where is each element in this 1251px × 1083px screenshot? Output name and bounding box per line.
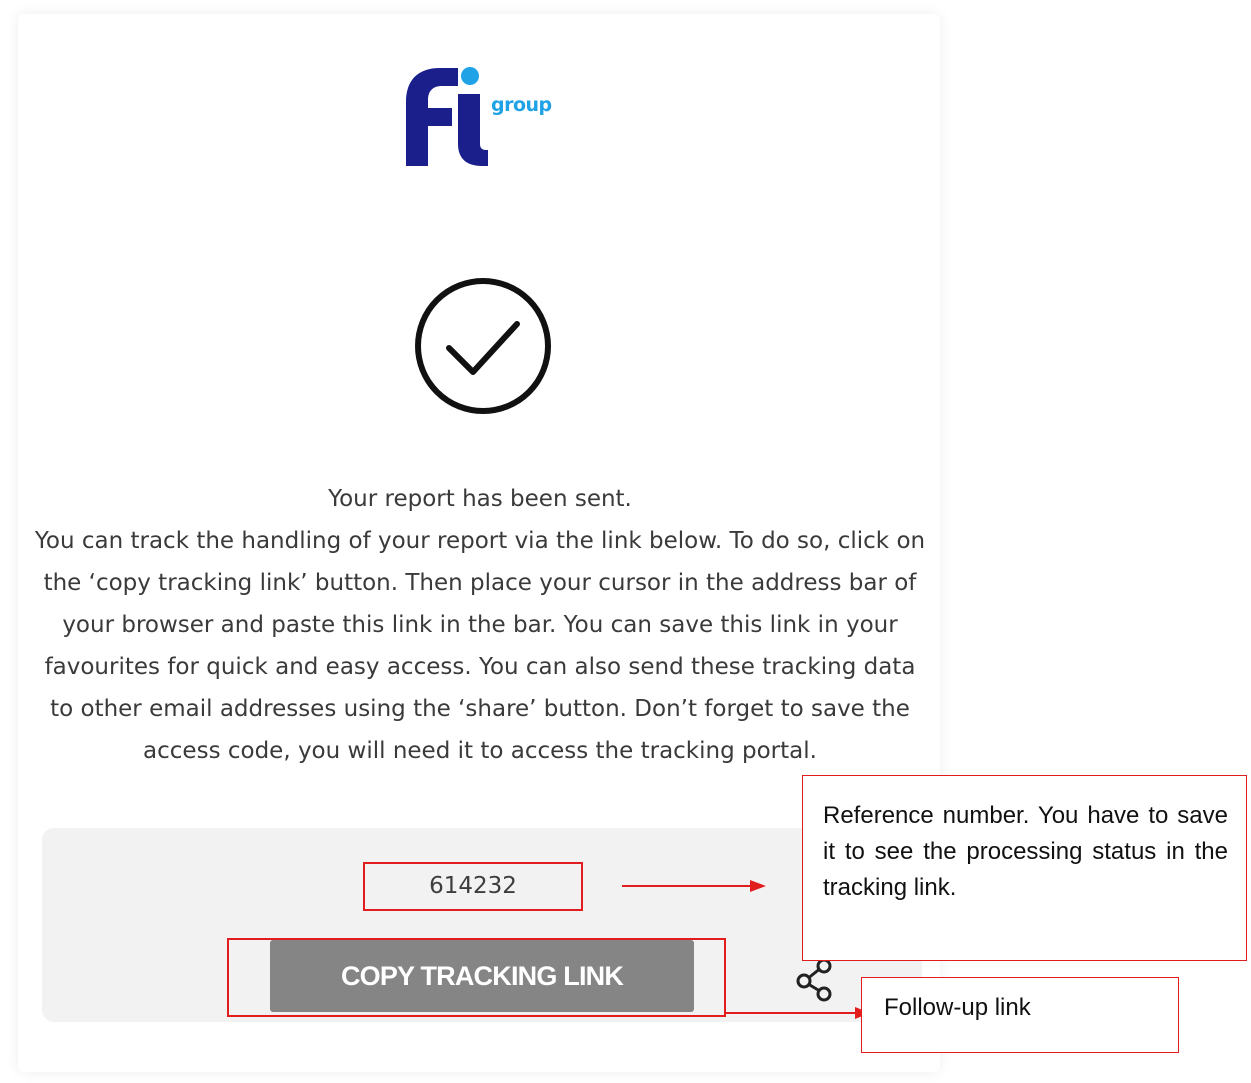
share-icon[interactable]: [796, 958, 834, 1002]
check-circle-icon: [413, 276, 553, 416]
copy-button-highlight-box: [227, 938, 726, 1017]
reference-annotation: Reference number. You have to save it to…: [802, 775, 1247, 961]
message-body: You can track the handling of your repor…: [34, 528, 926, 764]
confirmation-message: Your report has been sent. You can track…: [30, 478, 930, 772]
reference-arrow: [622, 880, 766, 892]
fi-group-logo: group: [400, 62, 570, 168]
reference-highlight-box: [363, 862, 583, 911]
followup-annotation: Follow-up link: [861, 977, 1179, 1053]
logo-group-text: group: [491, 94, 552, 116]
followup-arrow: [726, 1007, 870, 1019]
message-headline: Your report has been sent.: [328, 486, 632, 512]
